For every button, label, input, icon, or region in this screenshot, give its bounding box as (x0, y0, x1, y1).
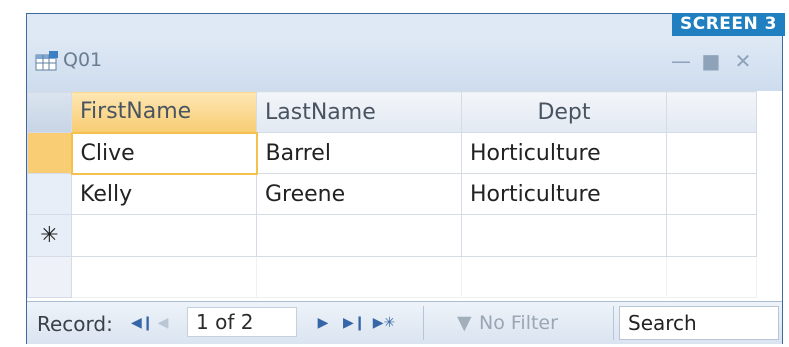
filter-toggle[interactable]: ▼ No Filter (457, 312, 558, 334)
last-record-icon[interactable]: ▶❙ (343, 313, 366, 333)
empty-cell (71, 256, 257, 298)
window-title: Q01 (63, 49, 103, 71)
cell-dept-new[interactable] (461, 214, 667, 257)
filter-icon: ▼ (457, 312, 472, 334)
empty-row (27, 256, 757, 298)
minimize-icon[interactable]: — (670, 51, 692, 71)
query-window: Q01 — ■ ✕ FirstName LastName Dept Clive … (26, 13, 783, 344)
first-record-icon[interactable]: ◀❙ (131, 313, 154, 333)
column-header-dept[interactable]: Dept (461, 91, 667, 133)
screen-badge: SCREEN 3 (671, 13, 785, 36)
row-selector-current[interactable] (27, 132, 72, 174)
row-selector[interactable] (27, 173, 72, 215)
cell-dept[interactable]: Horticulture (461, 132, 667, 174)
datasheet-icon (35, 51, 59, 71)
new-record-row[interactable]: ✳ (27, 214, 757, 257)
separator (613, 306, 614, 340)
new-record-button-icon[interactable]: ▶✳ (371, 313, 397, 333)
empty-cell (461, 256, 667, 298)
maximize-icon[interactable]: ■ (700, 51, 722, 71)
record-label: Record: (37, 312, 113, 336)
header-row: FirstName LastName Dept (27, 91, 757, 133)
record-navigation-bar: Record: ◀❙ ◀ 1 of 2 ▶ ▶❙ ▶✳ ▼ No Filter S… (27, 301, 782, 344)
cell-empty (666, 173, 757, 215)
cell-firstname[interactable]: Clive (70, 131, 258, 175)
next-record-icon[interactable]: ▶ (313, 313, 333, 333)
datasheet-grid: FirstName LastName Dept Clive Barrel Hor… (27, 91, 782, 301)
empty-cell (256, 256, 462, 298)
cell-lastname-new[interactable] (256, 214, 462, 257)
close-icon[interactable]: ✕ (732, 51, 754, 71)
cell-firstname[interactable]: Kelly (71, 173, 257, 215)
current-record-field[interactable]: 1 of 2 (187, 307, 297, 337)
table-row[interactable]: Clive Barrel Horticulture (27, 131, 757, 175)
previous-record-icon[interactable]: ◀ (153, 313, 173, 333)
search-input[interactable]: Search (619, 306, 779, 340)
cell-empty (666, 132, 757, 174)
select-all-cell[interactable] (27, 91, 72, 133)
column-header-empty (666, 91, 757, 133)
empty-cell (666, 256, 757, 298)
datasheet-table: FirstName LastName Dept Clive Barrel Hor… (27, 91, 757, 298)
separator (423, 306, 424, 340)
cell-lastname[interactable]: Barrel (256, 132, 462, 174)
table-row[interactable]: Kelly Greene Horticulture (27, 173, 757, 215)
title-bar: Q01 — ■ ✕ (27, 37, 782, 91)
filter-label: No Filter (479, 312, 558, 334)
column-header-firstname[interactable]: FirstName (71, 91, 257, 133)
cell-empty (666, 214, 757, 257)
cell-lastname[interactable]: Greene (256, 173, 462, 215)
cell-firstname-new[interactable] (71, 214, 257, 257)
cell-dept[interactable]: Horticulture (461, 173, 667, 215)
row-selector-empty (27, 256, 72, 298)
column-header-lastname[interactable]: LastName (256, 91, 462, 133)
new-record-icon: ✳ (27, 214, 72, 257)
